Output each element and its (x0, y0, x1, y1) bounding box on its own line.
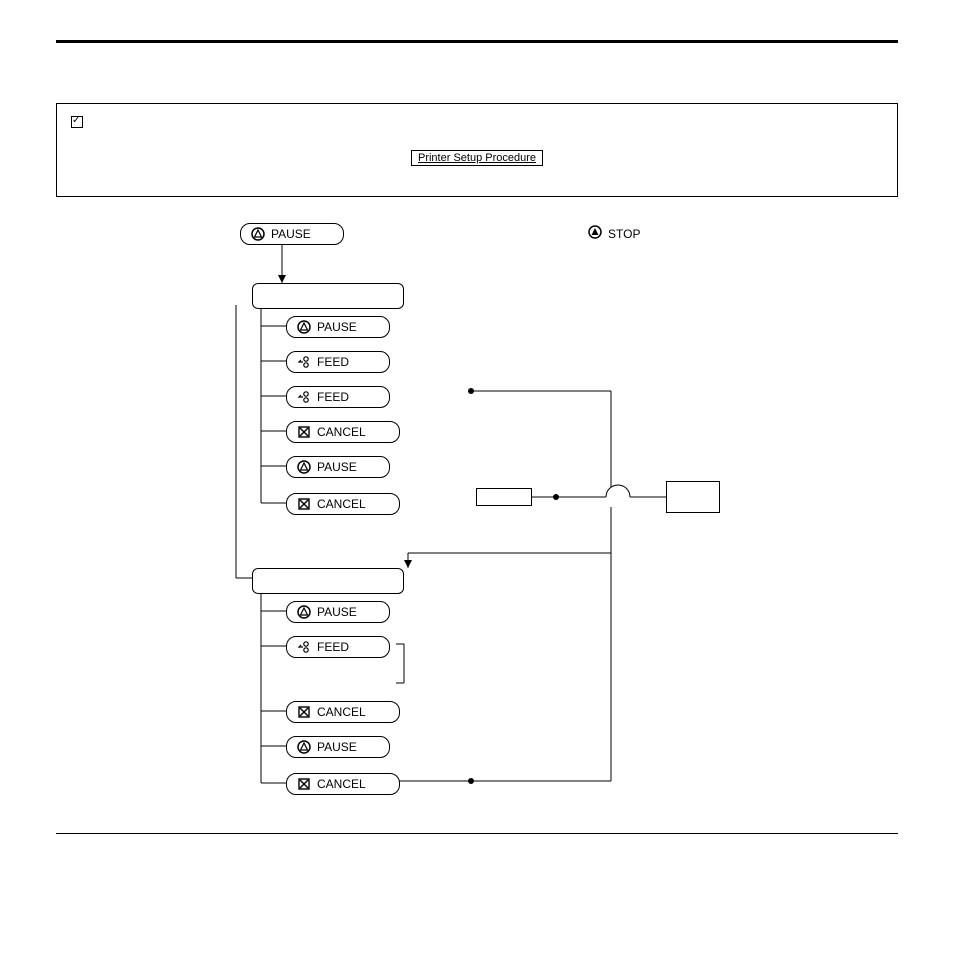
checkbox-icon (71, 116, 83, 128)
pause-icon (251, 227, 265, 241)
procedure-link[interactable]: Printer Setup Procedure (411, 150, 543, 166)
feed-icon (297, 355, 311, 369)
label: PAUSE (271, 227, 311, 241)
label: CANCEL (317, 425, 366, 439)
button-cancel-3: CANCEL (286, 701, 400, 723)
note-box: Printer Setup Procedure (56, 103, 898, 197)
feed-icon (297, 640, 311, 654)
pause-icon (297, 320, 311, 334)
label: STOP (608, 227, 640, 241)
label: PAUSE (317, 460, 357, 474)
top-rule (56, 40, 898, 43)
cancel-icon (297, 497, 311, 511)
pause-icon (297, 740, 311, 754)
bottom-rule (56, 833, 898, 834)
label: FEED (317, 640, 349, 654)
flow-diagram: PAUSE STOP PAUSE FEED FEED CANCEL PAUSE … (56, 223, 898, 823)
node-box-1 (476, 488, 532, 506)
label: PAUSE (317, 605, 357, 619)
cancel-icon (297, 777, 311, 791)
button-feed-3: FEED (286, 636, 390, 658)
feed-icon (297, 390, 311, 404)
label: PAUSE (317, 320, 357, 334)
button-stop: STOP (588, 225, 640, 242)
label: FEED (317, 390, 349, 404)
button-pause-2: PAUSE (286, 456, 390, 478)
label: PAUSE (317, 740, 357, 754)
button-pause-3: PAUSE (286, 601, 390, 623)
button-cancel-1: CANCEL (286, 421, 400, 443)
button-pause-top: PAUSE (240, 223, 344, 245)
button-cancel-4: CANCEL (286, 773, 400, 795)
stage-box-2 (252, 568, 404, 594)
label: CANCEL (317, 777, 366, 791)
stage-box-1 (252, 283, 404, 309)
stop-icon (588, 225, 602, 242)
label: FEED (317, 355, 349, 369)
pause-icon (297, 605, 311, 619)
button-feed-2: FEED (286, 386, 390, 408)
button-feed-1: FEED (286, 351, 390, 373)
button-pause-1: PAUSE (286, 316, 390, 338)
node-box-2 (666, 481, 720, 513)
pause-icon (297, 460, 311, 474)
button-pause-4: PAUSE (286, 736, 390, 758)
cancel-icon (297, 705, 311, 719)
label: CANCEL (317, 705, 366, 719)
cancel-icon (297, 425, 311, 439)
button-cancel-2: CANCEL (286, 493, 400, 515)
label: CANCEL (317, 497, 366, 511)
